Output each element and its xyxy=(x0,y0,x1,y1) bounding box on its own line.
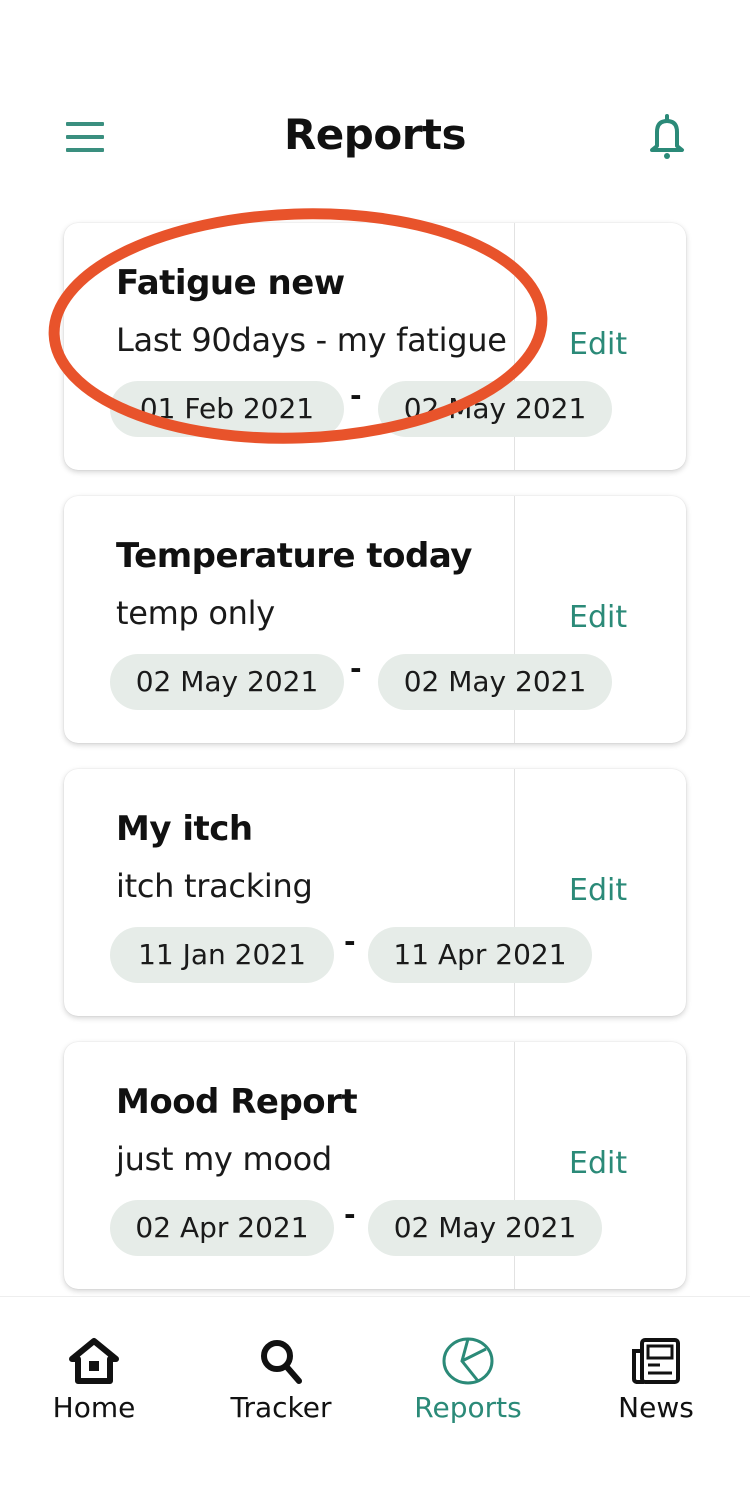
pie-chart-icon xyxy=(442,1337,494,1385)
edit-button[interactable]: Edit xyxy=(569,600,627,635)
end-date-chip[interactable]: 02 May 2021 xyxy=(378,654,612,710)
report-title: My itch xyxy=(116,809,253,849)
nav-label: Tracker xyxy=(230,1391,332,1424)
bottom-navigation: Home Tracker Reports News xyxy=(0,1296,750,1501)
report-card[interactable]: Fatigue new Last 90days - my fatigue Edi… xyxy=(64,223,686,470)
nav-label: Home xyxy=(52,1391,136,1424)
bell-icon xyxy=(650,114,684,159)
report-title: Mood Report xyxy=(116,1082,358,1122)
report-title: Fatigue new xyxy=(116,263,345,303)
page-title: Reports xyxy=(283,110,467,159)
start-date-chip[interactable]: 01 Feb 2021 xyxy=(110,381,344,437)
end-date-chip[interactable]: 02 May 2021 xyxy=(368,1200,602,1256)
range-separator: - xyxy=(344,1198,356,1231)
range-separator: - xyxy=(350,379,362,412)
nav-reports[interactable]: Reports xyxy=(388,1337,548,1424)
nav-tracker[interactable]: Tracker xyxy=(201,1337,361,1424)
report-title: Temperature today xyxy=(116,536,472,576)
start-date-chip[interactable]: 02 May 2021 xyxy=(110,654,344,710)
start-date-chip[interactable]: 02 Apr 2021 xyxy=(110,1200,334,1256)
nav-home[interactable]: Home xyxy=(14,1337,174,1424)
edit-button[interactable]: Edit xyxy=(569,1146,627,1181)
end-date-chip[interactable]: 02 May 2021 xyxy=(378,381,612,437)
nav-news[interactable]: News xyxy=(576,1337,736,1424)
report-card[interactable]: My itch itch tracking Edit 11 Jan 2021 -… xyxy=(64,769,686,1016)
range-separator: - xyxy=(344,925,356,958)
report-card[interactable]: Mood Report just my mood Edit 02 Apr 202… xyxy=(64,1042,686,1289)
notifications-button[interactable] xyxy=(644,112,690,162)
report-card[interactable]: Temperature today temp only Edit 02 May … xyxy=(64,496,686,743)
nav-label: Reports xyxy=(414,1391,522,1424)
nav-label: News xyxy=(618,1391,694,1424)
report-subtitle: itch tracking xyxy=(116,867,313,905)
edit-button[interactable]: Edit xyxy=(569,327,627,362)
report-subtitle: Last 90days - my fatigue xyxy=(116,321,507,359)
range-separator: - xyxy=(350,652,362,685)
app-header: Reports xyxy=(0,0,750,200)
newspaper-icon xyxy=(632,1338,680,1384)
end-date-chip[interactable]: 11 Apr 2021 xyxy=(368,927,592,983)
home-icon xyxy=(69,1338,119,1384)
report-subtitle: just my mood xyxy=(116,1140,332,1178)
start-date-chip[interactable]: 11 Jan 2021 xyxy=(110,927,334,983)
report-subtitle: temp only xyxy=(116,594,275,632)
edit-button[interactable]: Edit xyxy=(569,873,627,908)
search-icon xyxy=(261,1340,302,1384)
